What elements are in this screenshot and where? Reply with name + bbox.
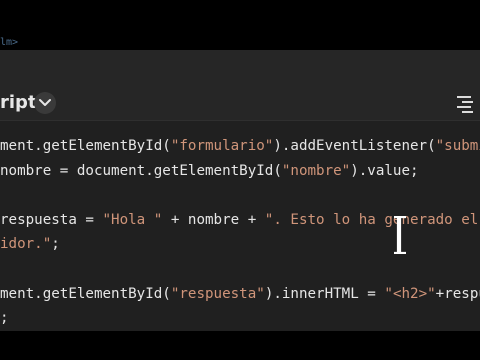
string-token: "submit (435, 138, 480, 154)
video-frame: lm> ript ment.getElementById("formulario… (0, 0, 480, 360)
code-block-header: ript (0, 50, 480, 121)
code-line: ment.getElementById("respuesta").innerHT… (0, 282, 480, 307)
chevron-down-icon (39, 99, 51, 106)
code-token: nombre = document.getElementById( (0, 162, 282, 179)
language-dropdown-button[interactable] (34, 92, 56, 114)
bottom-letterbox (0, 331, 480, 360)
string-token: "nombre" (281, 162, 351, 179)
string-token: "respuesta" (170, 285, 265, 302)
code-token: ).value; (350, 162, 419, 179)
code-line: ; (0, 306, 480, 331)
code-line: respuesta = "Hola " + nombre + ". Esto l… (0, 208, 480, 233)
text-cursor-icon (394, 216, 406, 254)
top-letterbox (0, 0, 480, 50)
code-block: ript ment.getElementById("formulario").a… (0, 50, 480, 331)
code-token: ).innerHTML = (264, 285, 385, 302)
code-token: ).addEventListener( (273, 138, 436, 154)
top-strip-text: lm> (0, 37, 19, 48)
code-token: +respue (435, 285, 480, 302)
code-line: idor."; (0, 232, 480, 257)
language-label: ript (0, 92, 37, 113)
string-token: "formulario" (170, 138, 274, 154)
code-token: ment.getElementById( (0, 138, 171, 154)
string-token: "Hola " (102, 211, 163, 228)
code-text[interactable]: ment.getElementById("formulario").addEve… (0, 134, 480, 331)
code-token: ment.getElementById( (0, 285, 171, 302)
code-token: ; (0, 310, 9, 327)
string-token: "<h2>" (384, 285, 436, 302)
format-lines-icon[interactable] (455, 94, 475, 114)
code-line: ment.getElementById("formulario").addEve… (0, 134, 480, 159)
code-token: ; (51, 236, 60, 253)
code-token: respuesta = (0, 211, 103, 228)
code-token: + nombre + (162, 211, 265, 228)
code-line: nombre = document.getElementById("nombre… (0, 159, 480, 184)
string-token: ". Esto lo ha generado el (264, 211, 479, 228)
string-token: idor." (0, 236, 52, 253)
